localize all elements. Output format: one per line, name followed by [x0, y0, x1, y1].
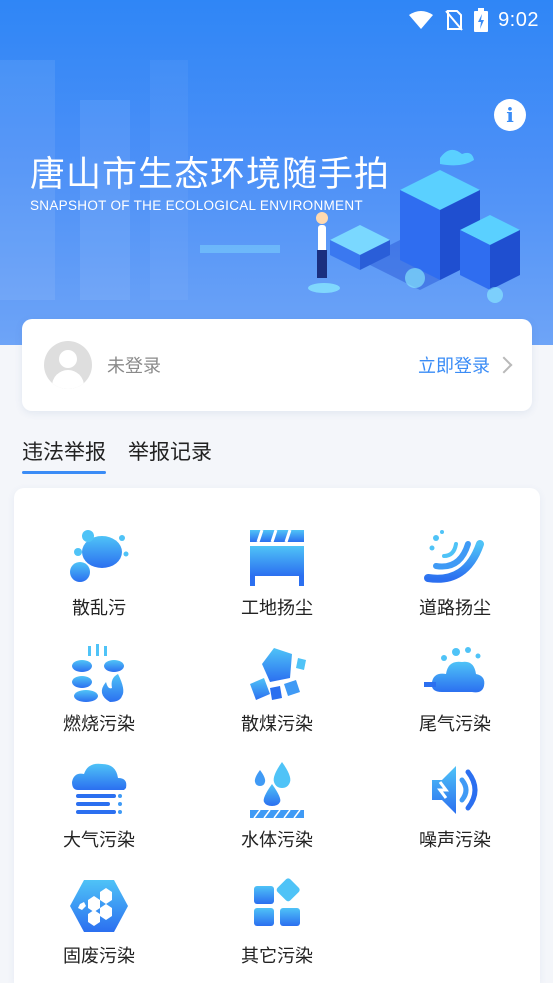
- category-noise[interactable]: 噪声污染: [370, 760, 540, 860]
- login-status: 未登录: [107, 356, 161, 377]
- no-sim-icon: [445, 10, 463, 31]
- category-air-pollution[interactable]: 大气污染: [14, 760, 184, 860]
- exhaust-icon: [424, 647, 485, 693]
- login-button[interactable]: 立即登录: [418, 352, 513, 378]
- category-label: 其它污染: [241, 946, 313, 967]
- info-icon-glyph: i: [506, 103, 514, 127]
- category-road-dust[interactable]: 道路扬尘: [370, 528, 540, 628]
- category-construction-dust[interactable]: 工地扬尘: [192, 528, 362, 628]
- road-dust-icon: [424, 530, 484, 583]
- air-pollution-icon: [72, 763, 127, 814]
- status-bar: 9:02: [0, 0, 553, 40]
- category-water-pollution[interactable]: 水体污染: [192, 760, 362, 860]
- category-burning-pollution[interactable]: 燃烧污染: [14, 644, 184, 744]
- tab-report-history[interactable]: 举报记录: [128, 436, 212, 474]
- category-other-pollution[interactable]: 其它污染: [192, 876, 362, 976]
- category-label: 尾气污染: [419, 714, 491, 735]
- other-pollution-icon: [254, 878, 300, 926]
- category-solid-waste[interactable]: 固废污染: [14, 876, 184, 976]
- category-scattered-pollution[interactable]: 散乱污: [14, 528, 184, 628]
- info-icon[interactable]: i: [494, 99, 526, 131]
- wifi-icon: [409, 11, 434, 29]
- burning-pollution-icon: [72, 644, 124, 702]
- construction-dust-icon: [250, 529, 304, 586]
- light-streak: [200, 245, 280, 253]
- hero-banner: 9:02 唐山市生态环境随手拍 SNAPSHOT OF THE ECOLOGIC…: [0, 0, 553, 345]
- category-exhaust[interactable]: 尾气污染: [370, 644, 540, 744]
- scattered-pollution-icon: [70, 530, 129, 582]
- noise-icon: [432, 766, 478, 814]
- chevron-right-icon: [495, 356, 513, 374]
- category-label: 道路扬尘: [419, 598, 491, 619]
- category-label: 水体污染: [241, 830, 313, 851]
- login-card[interactable]: 未登录 立即登录: [22, 319, 532, 411]
- category-label: 工地扬尘: [241, 598, 313, 619]
- category-label: 散乱污: [72, 598, 126, 619]
- category-label: 散煤污染: [241, 714, 313, 735]
- loose-coal-icon: [250, 648, 306, 700]
- solid-waste-icon: [70, 880, 128, 932]
- data-center-illustration: [308, 149, 520, 303]
- category-label: 噪声污染: [419, 830, 491, 851]
- battery-charging-icon: [474, 8, 489, 32]
- category-label: 燃烧污染: [63, 714, 135, 735]
- category-label: 大气污染: [63, 830, 135, 851]
- status-time: 9:02: [498, 8, 539, 31]
- login-button-label: 立即登录: [418, 356, 490, 377]
- category-label: 固废污染: [63, 946, 135, 967]
- water-pollution-icon: [250, 762, 304, 819]
- avatar: [44, 341, 92, 389]
- category-loose-coal[interactable]: 散煤污染: [192, 644, 362, 744]
- category-grid: 散乱污 工地扬尘 道路扬尘 燃烧污染 散煤污染 尾气污染 大气污染 水体污染 噪…: [14, 488, 540, 983]
- tab-violation-report[interactable]: 违法举报: [22, 436, 106, 474]
- report-tabs: 违法举报 举报记录: [22, 436, 212, 474]
